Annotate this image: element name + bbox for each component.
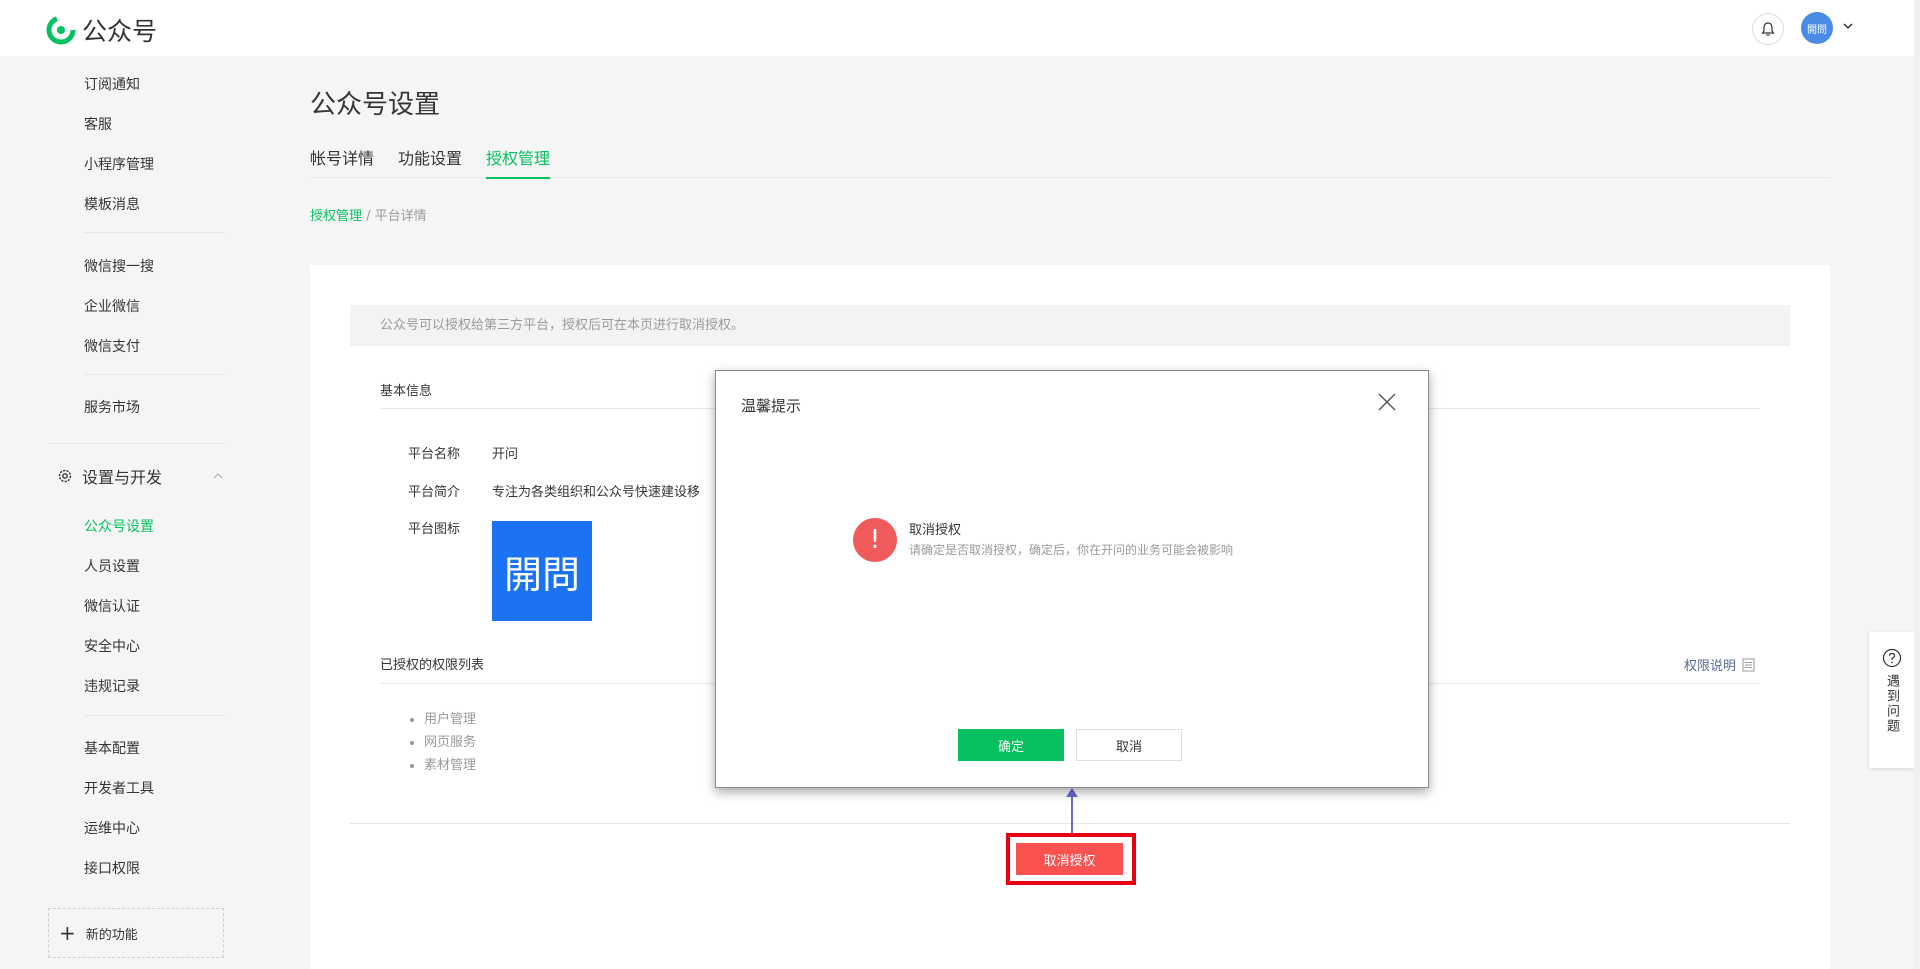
sidebar-section-settings-dev[interactable]: 设置与开发 — [56, 464, 224, 488]
sidebar-item-security-center[interactable]: 安全中心 — [84, 636, 140, 656]
section-title: 设置与开发 — [82, 468, 163, 487]
sidebar-item-subscribe-notice[interactable]: 订阅通知 — [84, 74, 140, 94]
question-icon — [1882, 648, 1901, 668]
tab-authorization[interactable]: 授权管理 — [486, 145, 551, 179]
sidebar-item-violation-records[interactable]: 违规记录 — [84, 676, 140, 696]
sidebar-item-wecom[interactable]: 企业微信 — [84, 296, 140, 316]
sidebar-item-wechat-search[interactable]: 微信搜一搜 — [84, 256, 154, 276]
tab-feature-settings[interactable]: 功能设置 — [398, 145, 462, 177]
annotation-arrow — [1071, 793, 1073, 833]
gear-icon — [58, 469, 72, 483]
divider — [84, 232, 225, 233]
sidebar-item-template-message[interactable]: 模板消息 — [84, 194, 140, 214]
sidebar-item-mini-program[interactable]: 小程序管理 — [84, 154, 154, 174]
permission-list-title: 已授权的权限列表 — [380, 658, 485, 673]
divider — [84, 374, 225, 375]
sidebar-item-customer-service[interactable]: 客服 — [84, 114, 112, 134]
platform-icon-label: 平台图标 — [408, 522, 461, 537]
avatar[interactable]: 開問 — [1801, 12, 1833, 44]
revoke-authorization-button[interactable]: 取消授权 — [1016, 843, 1123, 875]
tab-bar: 帐号详情 功能设置 授权管理 — [310, 145, 1830, 179]
sidebar-item-staff-settings[interactable]: 人员设置 — [84, 556, 140, 576]
annotation-arrow-head — [1066, 788, 1078, 797]
notice-banner: 公众号可以授权给第三方平台，授权后可在本页进行取消授权。 — [350, 305, 1790, 346]
sidebar-item-wechat-verify[interactable]: 微信认证 — [84, 596, 140, 616]
scrollbar[interactable] — [1914, 0, 1920, 969]
plus-icon: + — [59, 921, 76, 945]
chevron-up-icon[interactable] — [212, 470, 224, 482]
sidebar-item-basic-config[interactable]: 基本配置 — [84, 738, 140, 758]
top-bar: 公众号 開問 — [0, 0, 1920, 56]
platform-intro-label: 平台简介 — [408, 485, 461, 500]
document-icon — [1742, 658, 1755, 671]
page-title: 公众号设置 — [310, 90, 441, 120]
sidebar-item-account-settings[interactable]: 公众号设置 — [84, 516, 154, 536]
brand-name: 公众号 — [82, 17, 158, 46]
platform-logo: 開問 — [492, 521, 592, 621]
tab-account-details[interactable]: 帐号详情 — [310, 145, 374, 177]
list-item: 素材管理 — [424, 754, 476, 777]
brand-logo[interactable]: 公众号 — [46, 12, 157, 48]
new-feature-label: 新的功能 — [85, 927, 138, 943]
sidebar-item-service-market[interactable]: 服务市场 — [84, 397, 140, 417]
sidebar-item-wechat-pay[interactable]: 微信支付 — [84, 336, 140, 356]
sidebar-item-api-permission[interactable]: 接口权限 — [84, 858, 140, 878]
breadcrumb-sep: / — [362, 209, 375, 224]
cancel-button[interactable]: 取消 — [1076, 729, 1182, 761]
warning-icon: ! — [853, 518, 897, 562]
list-item: 用户管理 — [424, 708, 476, 731]
notification-button[interactable] — [1752, 13, 1784, 45]
breadcrumb: 授权管理 / 平台详情 — [310, 205, 427, 224]
breadcrumb-current: 平台详情 — [374, 209, 427, 224]
platform-logo-text: 開問 — [503, 552, 580, 597]
divider — [350, 823, 1790, 824]
permission-info-link[interactable]: 权限说明 — [1684, 655, 1755, 674]
close-icon[interactable] — [1376, 391, 1398, 413]
list-item: 网页服务 — [424, 731, 476, 754]
permission-list: 用户管理 网页服务 素材管理 — [408, 708, 476, 777]
platform-name-label: 平台名称 — [408, 447, 461, 462]
platform-name-value: 开问 — [492, 447, 519, 462]
new-feature-button[interactable]: + 新的功能 — [48, 908, 224, 958]
sidebar: 订阅通知 客服 小程序管理 模板消息 微信搜一搜 企业微信 微信支付 服务市场 … — [0, 56, 240, 969]
permission-info-label: 权限说明 — [1684, 659, 1737, 674]
basic-info-title: 基本信息 — [380, 384, 433, 399]
dialog-message: 请确定是否取消授权，确定后，你在开问的业务可能会被影响 — [909, 543, 1234, 557]
confirm-button[interactable]: 确定 — [958, 729, 1064, 761]
divider — [84, 715, 225, 716]
sidebar-item-ops-center[interactable]: 运维中心 — [84, 818, 140, 838]
breadcrumb-link[interactable]: 授权管理 — [310, 209, 362, 224]
help-widget[interactable]: 遇到问题 — [1869, 632, 1914, 768]
confirm-dialog: 温馨提示 ! 取消授权 请确定是否取消授权，确定后，你在开问的业务可能会被影响 … — [715, 370, 1429, 788]
divider — [48, 443, 225, 444]
chevron-down-icon[interactable] — [1842, 20, 1854, 32]
dialog-title: 温馨提示 — [741, 397, 802, 415]
bell-icon — [1761, 22, 1775, 36]
sidebar-item-dev-tools[interactable]: 开发者工具 — [84, 778, 154, 798]
dialog-heading: 取消授权 — [909, 523, 962, 538]
help-label: 遇到问题 — [1884, 674, 1899, 734]
platform-intro-value: 专注为各类组织和公众号快速建设移 — [492, 485, 701, 500]
wechat-mp-logo-icon — [46, 15, 76, 45]
